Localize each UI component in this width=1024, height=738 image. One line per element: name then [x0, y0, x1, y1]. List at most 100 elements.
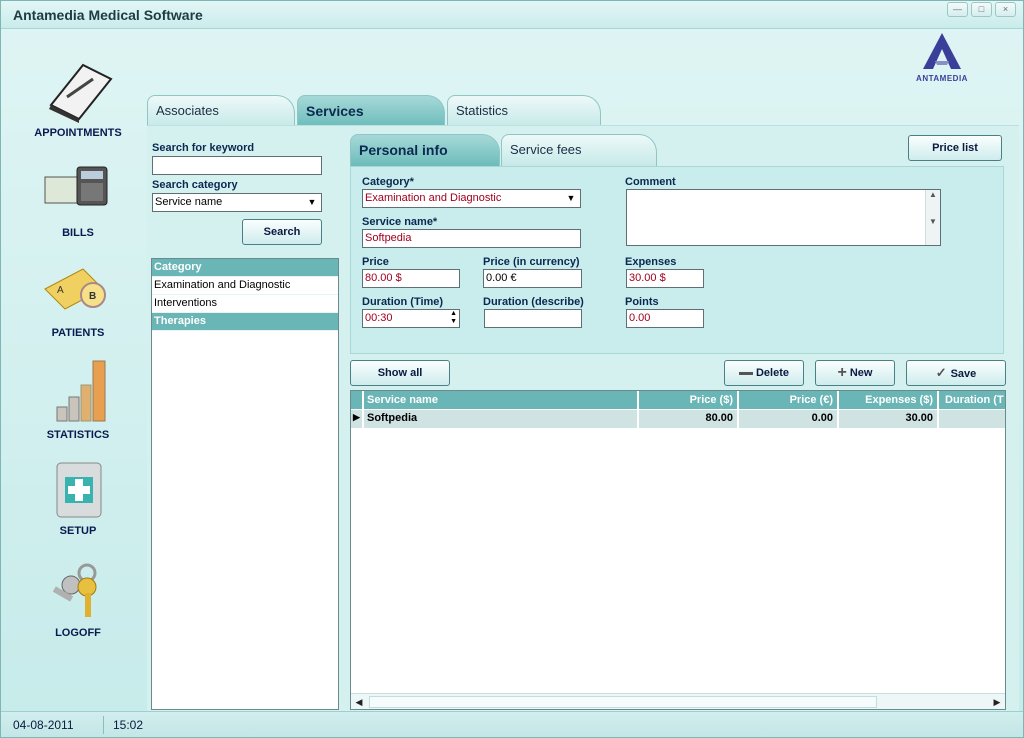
category-list-header: Category: [152, 259, 338, 277]
table-cell-duration[interactable]: [939, 410, 1005, 428]
sidebar-item-patients[interactable]: A B PATIENTS: [9, 259, 147, 351]
tab-personal-info[interactable]: Personal info: [350, 134, 500, 166]
sidebar-item-label: BILLS: [62, 227, 94, 239]
sidebar-item-bills[interactable]: BILLS: [9, 159, 147, 251]
expenses-field[interactable]: 30.00 $: [626, 269, 704, 288]
show-all-button[interactable]: Show all: [350, 360, 450, 386]
scroll-thumb[interactable]: [369, 696, 877, 708]
comment-label: Comment: [625, 176, 676, 188]
status-time: 15:02: [113, 718, 144, 732]
price-currency-field[interactable]: 0.00 €: [483, 269, 582, 288]
category-section-header[interactable]: Therapies: [152, 313, 338, 331]
status-bar: 04-08-2011 15:02: [1, 711, 1023, 737]
plus-icon: +: [837, 364, 847, 382]
keyword-input[interactable]: [152, 156, 322, 175]
list-item[interactable]: Examination and Diagnostic: [152, 277, 338, 295]
bar-chart-icon: [56, 360, 106, 422]
service-name-label: Service name*: [362, 216, 438, 228]
tab-services[interactable]: Services: [297, 95, 445, 127]
sidebar-item-logoff[interactable]: LOGOFF: [9, 559, 147, 651]
new-button[interactable]: + New: [815, 360, 895, 386]
duration-time-value: 00:30: [365, 312, 393, 324]
check-icon: ✓: [935, 365, 947, 380]
duration-describe-field[interactable]: [484, 309, 582, 328]
list-item[interactable]: Interventions: [152, 295, 338, 313]
tab-service-fees[interactable]: Service fees: [501, 134, 657, 166]
sidebar-item-label: PATIENTS: [51, 327, 105, 339]
keyword-label: Search for keyword: [152, 142, 255, 154]
category-list: Category Examination and Diagnostic Inte…: [151, 258, 339, 710]
column-header-service-name[interactable]: Service name: [364, 391, 638, 409]
calculator-icon: [44, 166, 108, 206]
column-header-expenses[interactable]: Expenses ($): [839, 391, 938, 409]
sidebar-item-setup[interactable]: SETUP: [9, 459, 147, 551]
save-button[interactable]: ✓ Save: [906, 360, 1006, 386]
svg-text:A: A: [57, 285, 64, 296]
sidebar-item-label: SETUP: [59, 525, 97, 537]
table-cell-price-eur[interactable]: 0.00: [739, 410, 838, 428]
row-pointer-icon: ▶: [351, 410, 363, 428]
clipboard-icon: [49, 63, 113, 123]
table-cell-price[interactable]: 80.00: [639, 410, 738, 428]
sidebar: APPOINTMENTS BILLS A B PATIENTS STATISTI…: [9, 29, 147, 709]
sidebar-item-label: LOGOFF: [55, 627, 101, 639]
services-table: Service name Price ($) Price (€) Expense…: [350, 390, 1006, 710]
sidebar-item-label: APPOINTMENTS: [34, 127, 122, 139]
price-list-button[interactable]: Price list: [908, 135, 1002, 161]
comment-scrollbar[interactable]: ▲ ▼: [925, 190, 940, 245]
spin-arrows-icon[interactable]: ▲ ▼: [450, 310, 457, 326]
comment-textarea[interactable]: ▲ ▼: [626, 189, 941, 246]
duration-time-label: Duration (Time): [362, 296, 444, 308]
search-category-select[interactable]: Service name ▼: [152, 193, 322, 212]
points-label: Points: [625, 296, 659, 308]
category-select[interactable]: Examination and Diagnostic ▼: [362, 189, 581, 208]
sidebar-item-statistics[interactable]: STATISTICS: [9, 359, 147, 451]
points-field[interactable]: 0.00: [626, 309, 704, 328]
services-panel: Search for keyword Search category Servi…: [147, 125, 1019, 711]
expenses-label: Expenses: [625, 256, 677, 268]
table-cell-name[interactable]: Softpedia: [364, 410, 638, 428]
minus-icon: [738, 371, 753, 375]
column-header-price-usd[interactable]: Price ($): [639, 391, 738, 409]
delete-button[interactable]: Delete: [724, 360, 804, 386]
title-bar: Antamedia Medical Software — □ ×: [1, 1, 1023, 29]
antamedia-logo: ANTAMEDIA: [909, 31, 975, 85]
duration-time-stepper[interactable]: 00:30 ▲ ▼: [362, 309, 460, 328]
duration-describe-label: Duration (describe): [483, 296, 584, 308]
minimize-button[interactable]: —: [947, 2, 968, 17]
column-header-duration[interactable]: Duration (T: [939, 391, 1005, 409]
logo-icon: [923, 33, 961, 69]
status-date: 04-08-2011: [13, 718, 74, 732]
scroll-left-icon[interactable]: ◀: [351, 694, 367, 709]
horizontal-scrollbar[interactable]: ◀ ▶: [351, 693, 1005, 709]
svg-text:B: B: [89, 291, 96, 302]
tabs-icon: A B: [44, 268, 106, 310]
close-button[interactable]: ×: [995, 2, 1016, 17]
delete-button-label: Delete: [755, 367, 790, 379]
maximize-button[interactable]: □: [971, 2, 992, 17]
tab-associates[interactable]: Associates: [147, 95, 295, 127]
price-field[interactable]: 80.00 $: [362, 269, 460, 288]
search-button[interactable]: Search: [242, 219, 322, 245]
tab-statistics[interactable]: Statistics: [447, 95, 601, 127]
category-label: Category*: [362, 176, 414, 188]
price-currency-label: Price (in currency): [483, 256, 580, 268]
app-window: Antamedia Medical Software — □ × APPOINT…: [0, 0, 1024, 738]
table-cell-expenses[interactable]: 30.00: [839, 410, 938, 428]
medkit-icon: [56, 462, 102, 518]
price-label: Price: [362, 256, 389, 268]
category-value: Examination and Diagnostic: [365, 192, 502, 204]
keys-icon: [52, 563, 97, 617]
column-header-price-eur[interactable]: Price (€): [739, 391, 838, 409]
scroll-right-icon[interactable]: ▶: [989, 694, 1005, 709]
sidebar-item-appointments[interactable]: APPOINTMENTS: [9, 57, 147, 149]
chevron-down-icon: ▼: [566, 193, 576, 203]
save-button-label: Save: [950, 368, 977, 380]
search-category-value: Service name: [155, 196, 223, 208]
status-divider: [103, 716, 104, 734]
table-corner: [351, 391, 363, 409]
service-name-field[interactable]: Softpedia: [362, 229, 581, 248]
sidebar-item-label: STATISTICS: [46, 429, 110, 441]
chevron-down-icon: ▼: [307, 197, 317, 207]
category-search-label: Search category: [152, 179, 238, 191]
